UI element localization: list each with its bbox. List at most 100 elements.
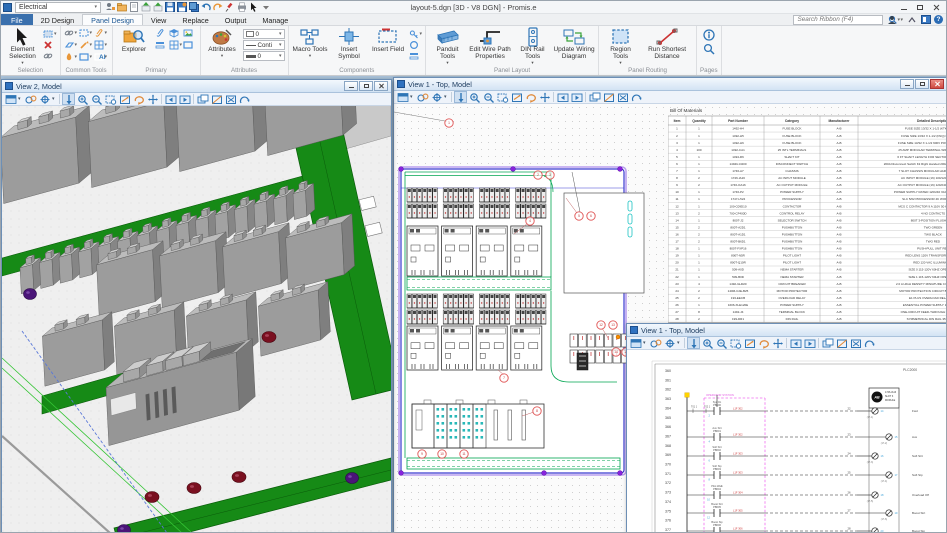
rotate-view-icon[interactable]: [757, 337, 770, 349]
tab-view[interactable]: View: [143, 14, 174, 25]
tab-output[interactable]: Output: [217, 14, 255, 25]
run-shortest-distance-button[interactable]: Run Shortest Distance: [641, 27, 693, 61]
balloon-callout[interactable]: 1: [445, 119, 453, 127]
dropdown-icon[interactable]: [260, 2, 271, 13]
chevron-down-icon[interactable]: ▾: [677, 340, 682, 346]
view-display-menu-icon[interactable]: [4, 93, 17, 105]
update-wiring-diagram-button[interactable]: Update Wiring Diagram: [553, 27, 595, 61]
pattern-tool-icon[interactable]: ▾: [94, 40, 109, 50]
align-symbols-icon[interactable]: [409, 51, 423, 61]
maximize-button[interactable]: [912, 2, 928, 13]
help-icon[interactable]: ?: [934, 15, 943, 24]
save-settings-icon[interactable]: [176, 2, 187, 13]
balloon-callout[interactable]: 7: [500, 374, 508, 382]
tab-manage[interactable]: Manage: [254, 14, 296, 25]
view-previous-icon[interactable]: [164, 93, 177, 105]
chevron-down-icon[interactable]: ▾: [444, 94, 449, 100]
balloon-callout[interactable]: 6: [587, 212, 595, 220]
view-next-icon[interactable]: [803, 337, 816, 349]
zoom-out-icon[interactable]: [90, 93, 103, 105]
zoom-in-icon[interactable]: [76, 93, 89, 105]
user-dropdown-icon[interactable]: ▾: [900, 17, 903, 23]
place-fence-icon[interactable]: ▾: [79, 28, 94, 38]
raster-manager-icon[interactable]: [183, 28, 197, 38]
macro-tools-button[interactable]: Macro Tools ▾: [292, 27, 329, 59]
window-area-icon[interactable]: [729, 337, 742, 349]
app-titlebar[interactable]: Electrical ▾ layout-5.dgn [3D - V8 DGN] …: [1, 1, 946, 14]
redo-icon[interactable]: [212, 2, 223, 13]
view-groups-icon[interactable]: [649, 337, 662, 349]
balloon-callout[interactable]: 11: [460, 450, 468, 458]
save-all-icon[interactable]: [188, 2, 199, 13]
view1-titlebar[interactable]: View 1 - Top, Model: [394, 78, 947, 91]
models-icon[interactable]: [169, 28, 183, 38]
clip-volume-icon[interactable]: [602, 91, 615, 103]
user-icon[interactable]: [886, 14, 897, 25]
active-color-dropdown[interactable]: 0▾: [243, 29, 285, 39]
tab-replace[interactable]: Replace: [174, 14, 216, 25]
fit-view-icon[interactable]: [510, 91, 523, 103]
ai-tools-icon[interactable]: ▾AI: [94, 52, 109, 62]
element-selection-button[interactable]: Element Selection ▾: [4, 27, 41, 65]
tab-file[interactable]: File: [1, 14, 33, 25]
search-input[interactable]: [795, 16, 888, 23]
save-icon[interactable]: [164, 2, 175, 13]
pan-view-icon[interactable]: [771, 337, 784, 349]
explorer-button[interactable]: Explorer: [116, 27, 153, 54]
region-tools-button[interactable]: Region Tools ▾: [602, 27, 639, 65]
saved-views-icon[interactable]: [863, 337, 876, 349]
view-properties-icon[interactable]: [663, 337, 676, 349]
view2-3d-canvas[interactable]: [2, 106, 391, 533]
balloon-callout[interactable]: 3: [546, 171, 554, 179]
view1-schematic-window[interactable]: View 1 - Top, Model ▾▾ 36036136236336436…: [626, 323, 947, 533]
element-pointer-icon[interactable]: [687, 337, 700, 349]
saved-views-icon[interactable]: [630, 91, 643, 103]
rotate-view-icon[interactable]: [132, 93, 145, 105]
attach-tools-icon[interactable]: [155, 28, 169, 38]
schematic-canvas[interactable]: 3603613623633643653663673683693703713723…: [627, 350, 947, 533]
lasso-icon[interactable]: ▾: [94, 28, 109, 38]
element-pointer-icon[interactable]: [454, 91, 467, 103]
balloon-callout[interactable]: 4: [526, 217, 534, 225]
child-symbol-icon[interactable]: [409, 40, 423, 50]
fit-view-icon[interactable]: [743, 337, 756, 349]
chevron-down-icon[interactable]: ▾: [18, 96, 23, 102]
parallelogram-tool-icon[interactable]: ▾: [64, 40, 79, 50]
window-layout-icon[interactable]: [920, 14, 931, 25]
view-display-menu-icon[interactable]: [396, 91, 409, 103]
view-next-icon[interactable]: [178, 93, 191, 105]
pan-view-icon[interactable]: [146, 93, 159, 105]
tab-panel-design[interactable]: Panel Design: [82, 14, 143, 25]
window-area-icon[interactable]: [496, 91, 509, 103]
window-area-icon[interactable]: [104, 93, 117, 105]
view-groups-icon[interactable]: [416, 91, 429, 103]
clip-mask-icon[interactable]: [849, 337, 862, 349]
attributes-button[interactable]: Attributes ▾: [204, 27, 241, 59]
line-weight-dropdown[interactable]: 0▾: [243, 51, 285, 61]
fit-view-icon[interactable]: [118, 93, 131, 105]
view-properties-icon[interactable]: [38, 93, 51, 105]
view-previous-icon[interactable]: [556, 91, 569, 103]
check-in-icon[interactable]: [152, 2, 163, 13]
balloon-callout[interactable]: 12: [597, 321, 605, 329]
brush-tool-icon[interactable]: ▾: [79, 40, 94, 50]
clear-selection-icon[interactable]: [43, 40, 57, 50]
workflow-selector[interactable]: Electrical ▾: [15, 2, 101, 13]
view-close-button[interactable]: [374, 81, 388, 91]
page-search-icon[interactable]: [703, 43, 715, 55]
close-button[interactable]: [928, 2, 944, 13]
view-close-button[interactable]: [930, 79, 944, 89]
element-pointer-icon[interactable]: [62, 93, 75, 105]
view-previous-icon[interactable]: [789, 337, 802, 349]
insert-field-button[interactable]: Insert Field: [370, 27, 407, 54]
saved-views-icon[interactable]: [238, 93, 251, 105]
ribbon-search[interactable]: ▾: [793, 15, 883, 25]
view-properties-icon[interactable]: [430, 91, 443, 103]
flame-tool-icon[interactable]: ▾: [64, 52, 79, 62]
chevron-down-icon[interactable]: ▾: [410, 94, 415, 100]
clip-mask-icon[interactable]: [616, 91, 629, 103]
schematic-titlebar[interactable]: View 1 - Top, Model: [627, 324, 947, 337]
insert-symbol-button[interactable]: Insert Symbol: [331, 27, 368, 61]
balloon-callout[interactable]: 13: [609, 321, 617, 329]
view2-titlebar[interactable]: View 2, Model: [2, 80, 391, 93]
